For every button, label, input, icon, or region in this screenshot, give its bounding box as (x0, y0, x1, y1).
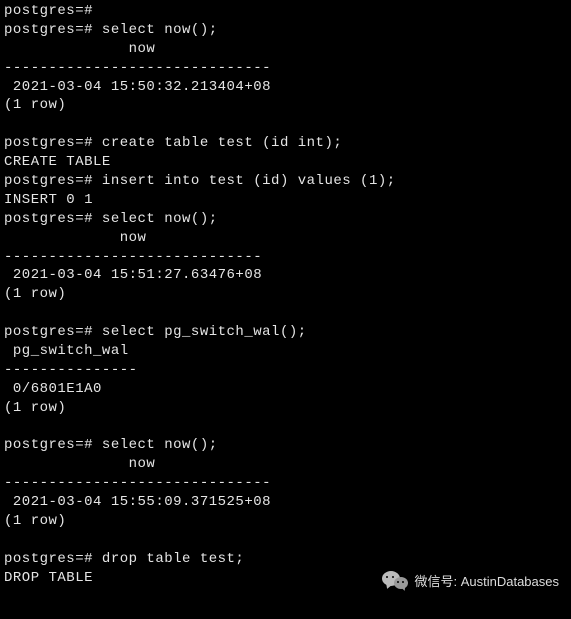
wechat-icon (382, 569, 408, 591)
terminal-output[interactable]: postgres=# postgres=# select now(); now … (0, 0, 571, 590)
watermark-label: 微信号: AustinDatabases (414, 571, 559, 590)
wechat-watermark: 微信号: AustinDatabases (382, 569, 559, 591)
